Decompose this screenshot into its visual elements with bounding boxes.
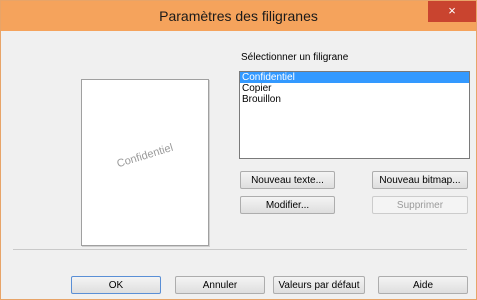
new-text-button[interactable]: Nouveau texte... [240,171,335,189]
new-bitmap-button[interactable]: Nouveau bitmap... [372,171,468,189]
close-button[interactable]: × [428,1,476,22]
close-icon: × [448,3,456,18]
help-button[interactable]: Aide [378,276,468,294]
defaults-button[interactable]: Valeurs par défaut [273,276,365,294]
cancel-button[interactable]: Annuler [175,276,265,294]
delete-button[interactable]: Supprimer [372,196,468,214]
watermark-preview: Confidentiel [81,79,209,246]
watermark-settings-dialog: Paramètres des filigranes × Confidentiel… [0,0,477,300]
select-watermark-label: Sélectionner un filigrane [241,52,349,63]
list-item-copier[interactable]: Copier [240,83,469,94]
preview-watermark-text: Confidentiel [115,141,175,171]
watermark-listbox[interactable]: Confidentiel Copier Brouillon [239,71,470,159]
modify-button[interactable]: Modifier... [240,196,335,214]
list-item-brouillon[interactable]: Brouillon [240,94,469,105]
title-bar: Paramètres des filigranes × [1,1,476,31]
ok-button[interactable]: OK [71,276,161,294]
footer-divider [13,249,467,250]
dialog-body: Confidentiel Sélectionner un filigrane C… [1,31,476,299]
dialog-title: Paramètres des filigranes [159,8,318,24]
list-item-confidentiel[interactable]: Confidentiel [240,72,469,83]
